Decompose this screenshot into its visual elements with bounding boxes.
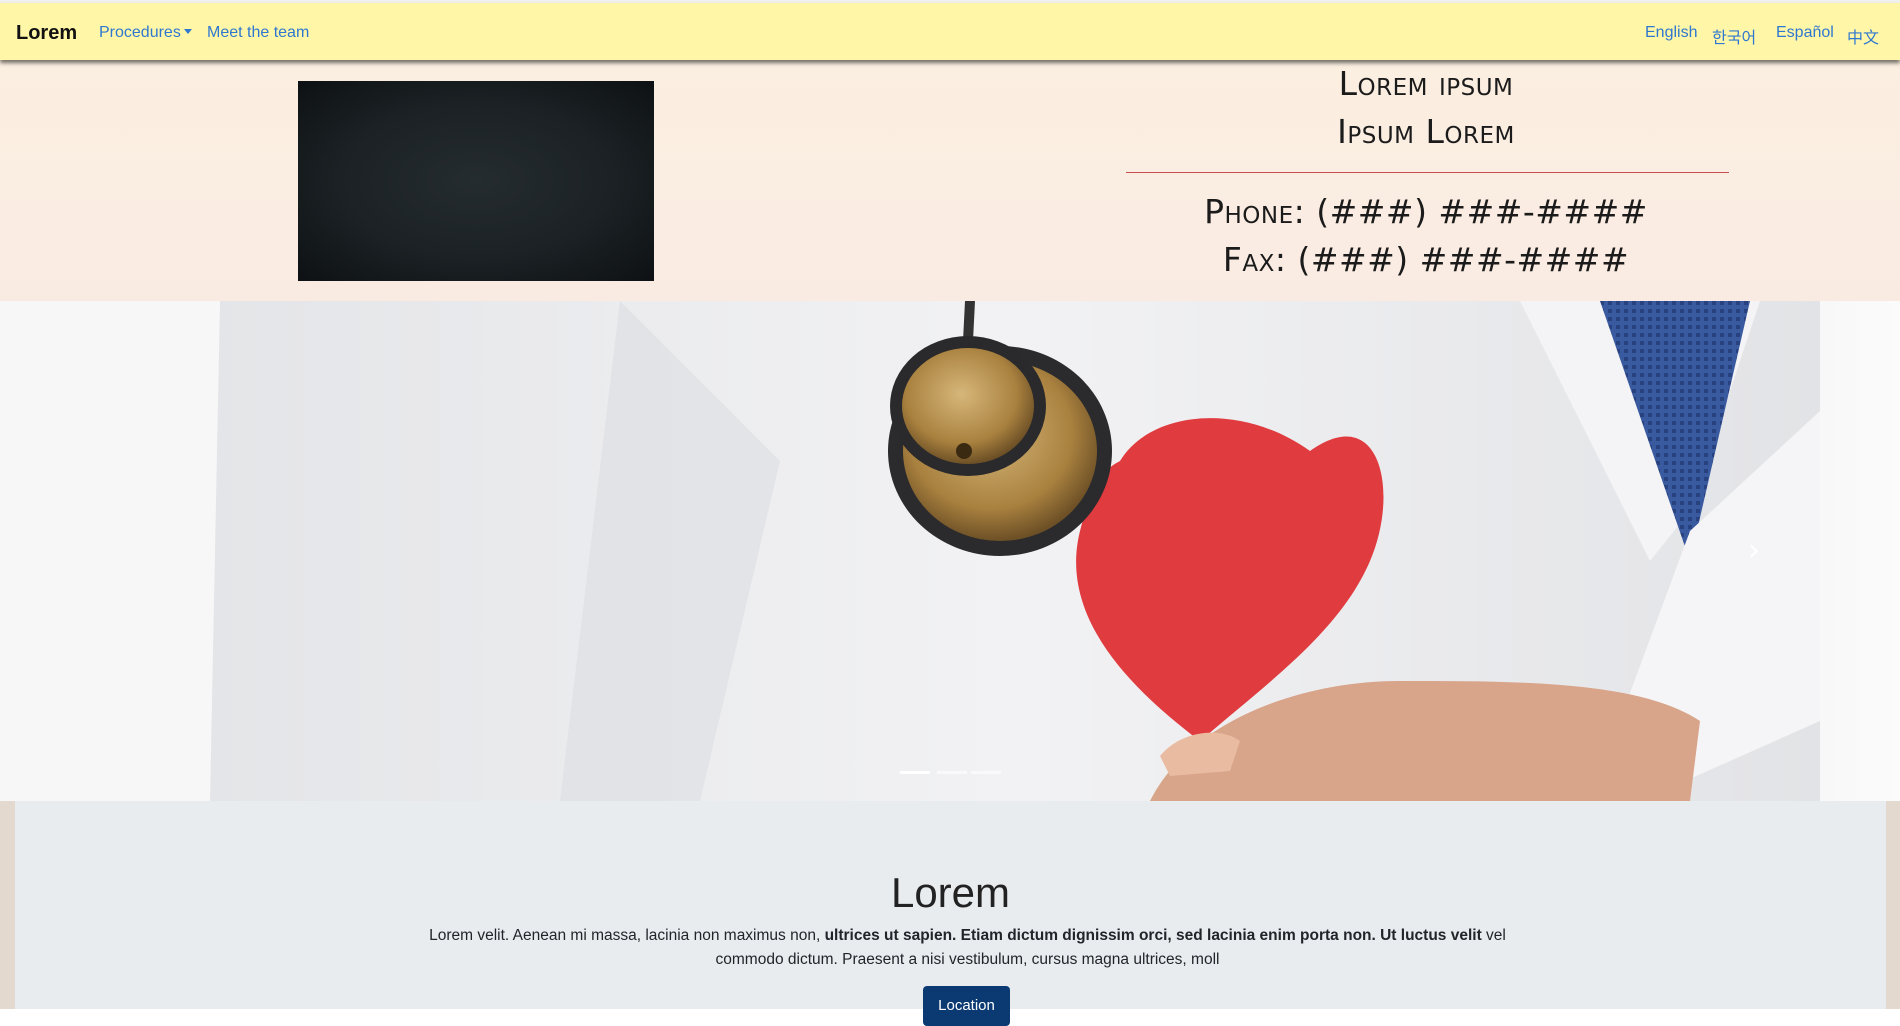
carousel-indicator-3[interactable] — [971, 771, 1001, 774]
practice-subtitle: Ipsum Lorem — [1337, 112, 1515, 151]
lang-spanish-link[interactable]: Español — [1776, 24, 1834, 42]
lang-english-link[interactable]: English — [1645, 24, 1697, 42]
about-section: Lorem Lorem velit. Aenean mi massa, laci… — [15, 801, 1886, 1026]
brand-link[interactable]: Lorem — [16, 22, 77, 45]
caret-down-icon — [183, 29, 192, 34]
navbar: Lorem Procedures Meet the team English 한… — [0, 3, 1900, 60]
chevron-right-icon[interactable]: › — [1748, 536, 1760, 566]
hero-carousel: › — [0, 301, 1900, 801]
procedures-label: Procedures — [99, 24, 181, 41]
location-button[interactable]: Location — [923, 986, 1010, 1026]
header-section: Lorem ipsum Ipsum Lorem Phone: (###) ###… — [0, 60, 1900, 301]
about-section-wrapper: Lorem Lorem velit. Aenean mi massa, laci… — [0, 801, 1900, 1026]
meet-the-team-link[interactable]: Meet the team — [207, 24, 309, 42]
fax-number: Fax: (###) ###-#### — [1222, 240, 1630, 279]
paragraph-bold-text: ultrices ut sapien. Etiam dictum digniss… — [824, 927, 1482, 944]
procedures-dropdown[interactable]: Procedures — [99, 24, 192, 42]
header-divider — [1126, 172, 1729, 173]
video-player[interactable] — [298, 81, 654, 281]
lang-chinese-link[interactable]: 中文 — [1847, 24, 1879, 48]
lang-korean-link[interactable]: 한국어 — [1712, 24, 1756, 48]
paragraph-text-1: Lorem velit. Aenean mi massa, lacinia no… — [429, 927, 825, 944]
carousel-indicator-2[interactable] — [937, 771, 967, 774]
practice-name: Lorem ipsum — [1338, 64, 1514, 103]
section-paragraph: Lorem velit. Aenean mi massa, lacinia no… — [410, 924, 1525, 972]
section-heading: Lorem — [890, 869, 1011, 916]
carousel-indicator-1[interactable] — [900, 771, 930, 774]
phone-number: Phone: (###) ###-#### — [1204, 192, 1648, 231]
doctor-heart-image — [0, 301, 1820, 801]
